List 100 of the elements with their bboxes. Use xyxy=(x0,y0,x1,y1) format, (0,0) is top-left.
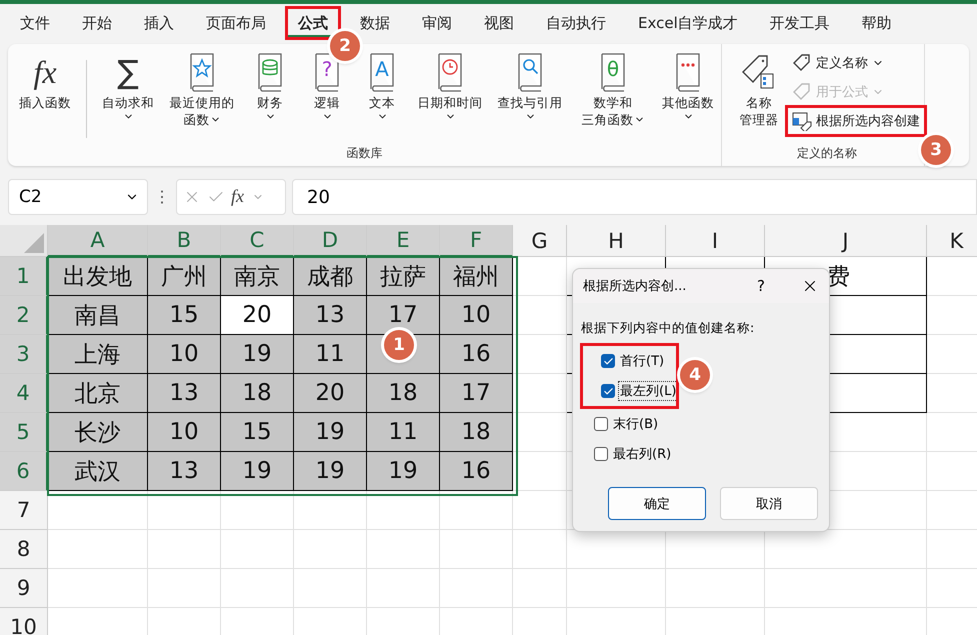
corner-triangle-icon xyxy=(24,233,44,253)
ribbon-button[interactable]: 财务 xyxy=(239,50,301,122)
ribbon-tab[interactable]: 页面布局 xyxy=(196,9,276,37)
column-header[interactable]: B xyxy=(148,225,221,257)
help-button[interactable]: ? xyxy=(757,277,765,295)
table-cell: 18 xyxy=(440,413,513,452)
ribbon-button[interactable]: ∑ 自动求和 xyxy=(91,50,165,122)
ribbon-button[interactable]: 定义名称 xyxy=(788,50,924,76)
table-cell: 17 xyxy=(440,374,513,413)
ribbon-tab[interactable]: 审阅 xyxy=(412,9,462,37)
name-box[interactable]: C2 xyxy=(8,179,148,215)
table-cell: 10 xyxy=(440,296,513,335)
row-header[interactable]: 10 xyxy=(0,608,48,635)
table-tag-icon xyxy=(792,111,812,131)
formula-field[interactable]: 20 xyxy=(292,179,977,215)
sigma-icon: ∑ xyxy=(115,54,141,90)
check-icon xyxy=(602,386,614,396)
table-cell: 19 xyxy=(221,335,294,374)
function-icon[interactable]: fx xyxy=(231,186,246,208)
dialog-button[interactable]: 确定 xyxy=(608,487,706,520)
ribbon-button[interactable]: 根据所选内容创建 xyxy=(788,108,924,134)
ribbon-button[interactable]: 其他函数 xyxy=(655,50,721,122)
dialog-button[interactable]: 取消 xyxy=(720,487,818,520)
table-cell: 13 xyxy=(148,452,221,491)
tag-icon xyxy=(792,53,812,73)
ribbon-tab[interactable]: Excel自学成才 xyxy=(628,9,748,37)
table-cell: 19 xyxy=(221,452,294,491)
name-manager-button[interactable]: 名称 管理器 xyxy=(730,50,788,128)
checkbox[interactable] xyxy=(601,384,615,398)
checkbox-label[interactable]: 最左列(L) xyxy=(619,382,678,400)
column-header[interactable]: J xyxy=(765,225,927,257)
step-badge: 3 xyxy=(921,135,951,165)
row-header[interactable]: 7 xyxy=(0,491,48,530)
table-cell: 10 xyxy=(148,335,221,374)
ribbon-button[interactable]: 最近使用的 函数 xyxy=(165,50,239,128)
table-cell: 19 xyxy=(367,452,440,491)
table-cell: 长沙 xyxy=(48,413,148,452)
group-label: 函数库 xyxy=(346,145,384,162)
row-header[interactable]: 5 xyxy=(0,413,48,452)
table-cell: 南京 xyxy=(221,257,294,296)
checkbox[interactable] xyxy=(594,417,608,431)
book-icon xyxy=(674,52,702,92)
book-icon xyxy=(188,52,216,92)
ribbon-tab[interactable]: 视图 xyxy=(474,9,524,37)
table-cell: 13 xyxy=(294,296,367,335)
function-icon: fx xyxy=(31,54,59,90)
table-cell: 福州 xyxy=(440,257,513,296)
column-header[interactable]: D xyxy=(294,225,367,257)
book-icon xyxy=(256,52,284,92)
table-cell: 拉萨 xyxy=(367,257,440,296)
table-cell: 20 xyxy=(294,374,367,413)
column-header[interactable]: A xyxy=(48,225,148,257)
column-header[interactable]: F xyxy=(440,225,513,257)
column-header[interactable]: G xyxy=(513,225,567,257)
ribbon-button[interactable]: 日期和时间 xyxy=(411,50,489,122)
table-cell: 13 xyxy=(148,374,221,413)
row-header[interactable]: 6 xyxy=(0,452,48,491)
table-cell: 19 xyxy=(294,452,367,491)
row-header[interactable]: 2 xyxy=(0,296,48,335)
column-header[interactable]: I xyxy=(666,225,765,257)
step-badge: 2 xyxy=(330,31,360,61)
checkbox-label[interactable]: 末行(B) xyxy=(612,415,660,433)
table-cell: 19 xyxy=(294,413,367,452)
book-icon xyxy=(436,52,464,92)
ribbon-tab[interactable]: 自动执行 xyxy=(536,9,616,37)
row-header[interactable]: 9 xyxy=(0,569,48,608)
table-cell: 18 xyxy=(367,374,440,413)
row-header[interactable]: 4 xyxy=(0,374,48,413)
ribbon-tab[interactable]: 帮助 xyxy=(852,9,902,37)
checkbox-label[interactable]: 最右列(R) xyxy=(612,445,672,463)
ribbon-tab[interactable]: 开始 xyxy=(72,9,122,37)
group-label: 定义的名称 xyxy=(796,145,858,162)
table-cell: 16 xyxy=(440,335,513,374)
table-cell: 11 xyxy=(294,335,367,374)
ribbon-tab[interactable]: 插入 xyxy=(134,9,184,37)
ribbon-tab[interactable]: 文件 xyxy=(10,9,60,37)
ribbon-button[interactable]: θ 数学和 三角函数 xyxy=(571,50,655,128)
row-header[interactable]: 8 xyxy=(0,530,48,569)
column-header[interactable]: K xyxy=(927,225,977,257)
step-badge: 4 xyxy=(680,360,710,390)
column-header[interactable]: H xyxy=(567,225,666,257)
book-icon xyxy=(516,52,544,92)
ribbon-button[interactable]: 查找与引用 xyxy=(489,50,571,122)
column-header[interactable]: E xyxy=(367,225,440,257)
more-handle[interactable]: ⋮ xyxy=(154,187,170,207)
table-cell: 18 xyxy=(221,374,294,413)
step-badge: 1 xyxy=(384,330,414,360)
checkbox[interactable] xyxy=(594,447,608,461)
checkbox-label[interactable]: 首行(T) xyxy=(619,352,666,370)
ribbon-tab[interactable]: 开发工具 xyxy=(760,9,840,37)
table-cell: 11 xyxy=(367,413,440,452)
table-cell: 17 xyxy=(367,296,440,335)
ribbon-button[interactable]: fx 插入函数 xyxy=(8,50,82,111)
row-header[interactable]: 1 xyxy=(0,257,48,296)
row-header[interactable]: 3 xyxy=(0,335,48,374)
table-cell: 15 xyxy=(148,296,221,335)
column-header[interactable]: C xyxy=(221,225,294,257)
table-cell: 10 xyxy=(148,413,221,452)
checkbox[interactable] xyxy=(601,354,615,368)
table-cell: 北京 xyxy=(48,374,148,413)
